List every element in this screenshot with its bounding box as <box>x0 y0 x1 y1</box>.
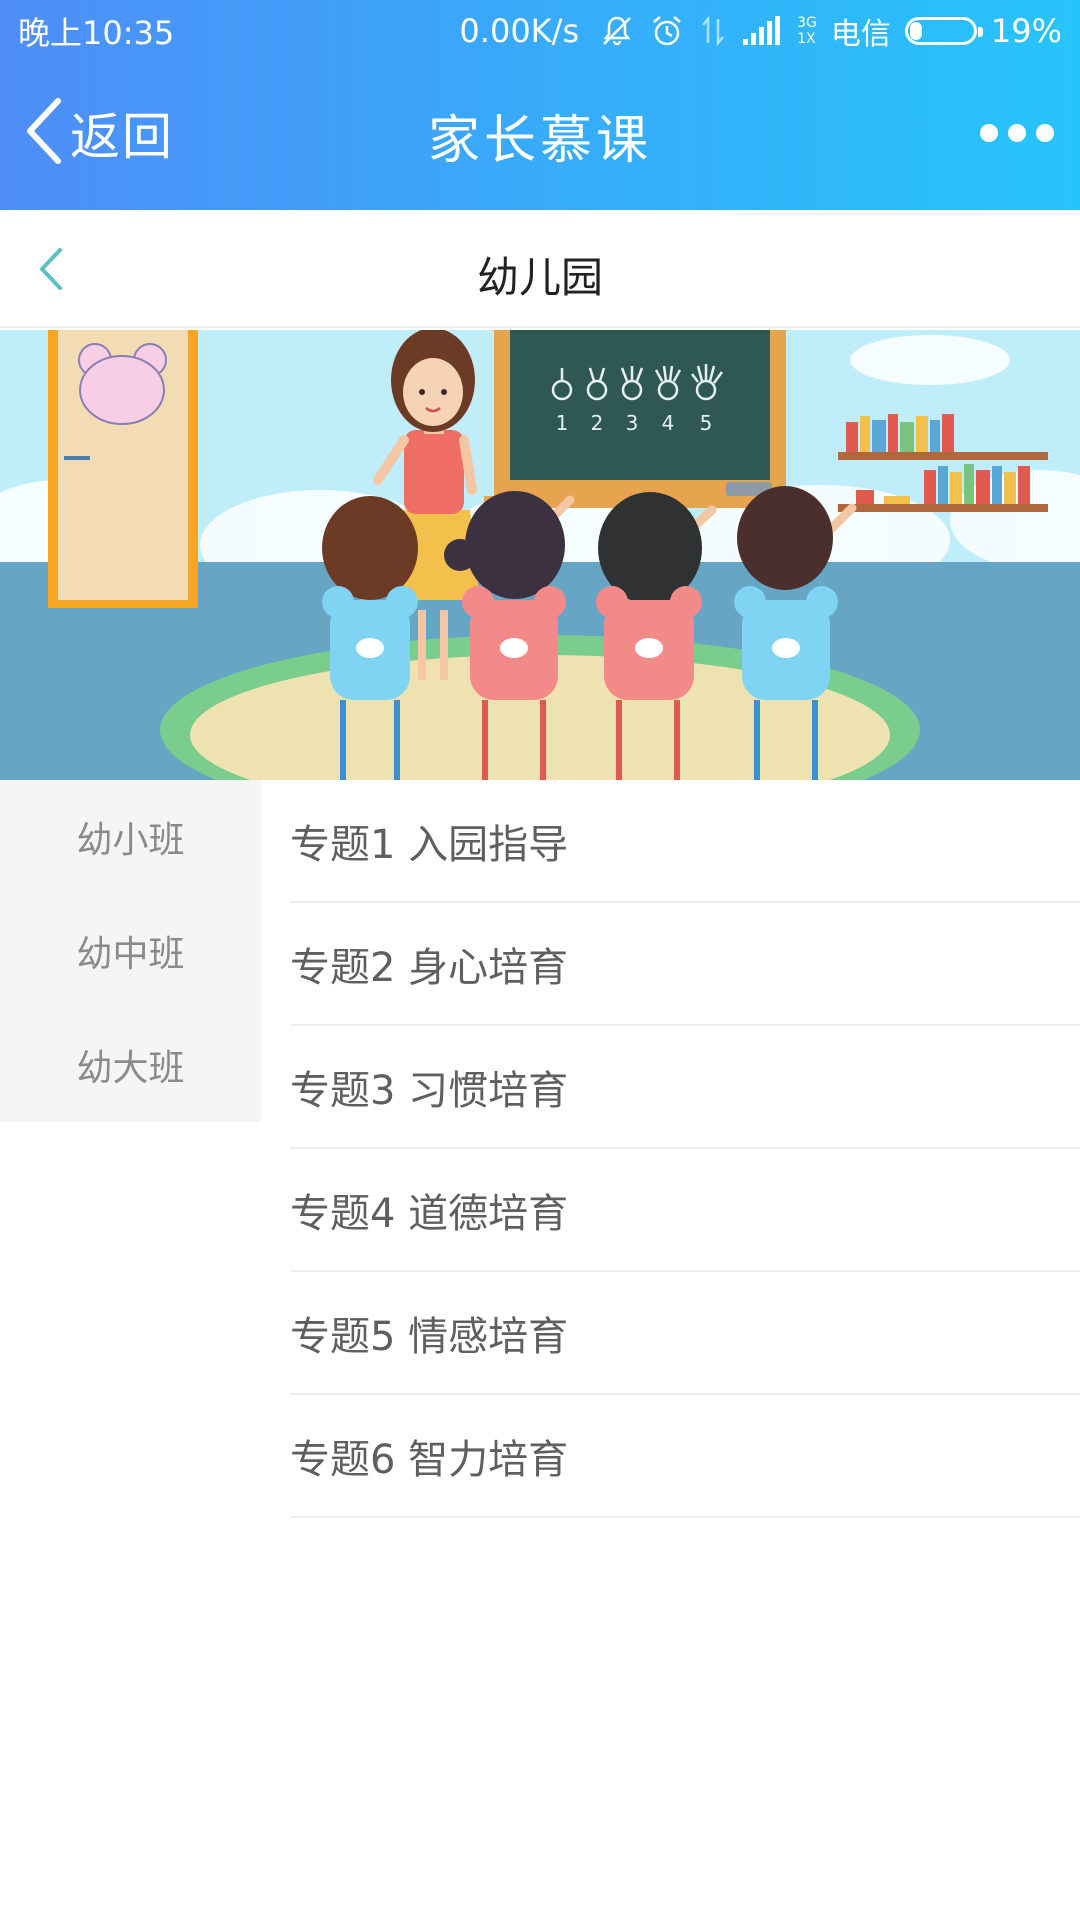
alarm-icon <box>649 13 685 49</box>
class-level-sidebar: 幼小班 幼中班 幼大班 <box>0 780 261 1122</box>
topic-item[interactable]: 专题2 身心培育 <box>290 903 1080 1026</box>
board-number: 5 <box>700 411 713 435</box>
network-type: 3G 1X <box>797 15 817 47</box>
door-handle <box>64 456 90 460</box>
battery-percent: 19% <box>990 12 1062 50</box>
topic-item[interactable]: 专题3 习惯培育 <box>290 1026 1080 1149</box>
data-arrows-icon <box>699 13 727 49</box>
battery-fill <box>909 22 922 40</box>
page-title: 家长慕课 <box>427 111 652 171</box>
sidebar-item-senior-class[interactable]: 幼大班 <box>0 1008 261 1122</box>
network-type-top: 3G <box>797 15 817 31</box>
nav-bar: 返回 家长慕课 <box>0 62 1080 210</box>
blackboard <box>510 330 770 480</box>
topic-item[interactable]: 专题1 入园指导 <box>290 780 1080 903</box>
status-time: 晚上10:35 <box>18 14 175 52</box>
bear-sign <box>79 355 165 425</box>
carrier-name: 电信 <box>830 17 891 52</box>
sub-header: 幼儿园 <box>0 210 1080 328</box>
status-bar: 晚上10:35 0.00K/s 3G 1X 电信 19% <box>0 0 1080 62</box>
more-dot <box>1008 124 1026 142</box>
signal-icon <box>741 15 783 47</box>
network-type-bottom: 1X <box>797 31 816 47</box>
battery-icon <box>904 17 983 45</box>
battery-nub <box>977 27 983 37</box>
classroom-banner: 1 2 3 4 5 <box>0 330 1080 780</box>
status-right: 0.00K/s 3G 1X 电信 19% <box>459 9 1062 53</box>
mute-icon <box>599 13 635 49</box>
topic-item[interactable]: 专题5 情感培育 <box>290 1272 1080 1395</box>
more-dot <box>980 124 998 142</box>
net-speed: 0.00K/s <box>459 12 580 50</box>
topic-list: 专题1 入园指导 专题2 身心培育 专题3 习惯培育 专题4 道德培育 专题5 … <box>290 780 1080 1518</box>
topic-item[interactable]: 专题6 智力培育 <box>290 1395 1080 1518</box>
board-number: 3 <box>626 411 639 435</box>
board-number: 4 <box>662 411 675 435</box>
board-number: 2 <box>591 411 604 435</box>
more-dot <box>1036 124 1054 142</box>
sidebar-item-middle-class[interactable]: 幼中班 <box>0 894 261 1008</box>
classroom-illustration: 1 2 3 4 5 <box>0 330 1080 780</box>
board-number: 1 <box>556 411 569 435</box>
topic-item[interactable]: 专题4 道德培育 <box>290 1149 1080 1272</box>
app-header: 晚上10:35 0.00K/s 3G 1X 电信 19% 返回 家长慕课 <box>0 0 1080 210</box>
sub-header-title: 幼儿园 <box>476 253 603 302</box>
more-dots-icon[interactable] <box>980 124 1054 142</box>
sidebar-item-junior-class[interactable]: 幼小班 <box>0 780 261 894</box>
